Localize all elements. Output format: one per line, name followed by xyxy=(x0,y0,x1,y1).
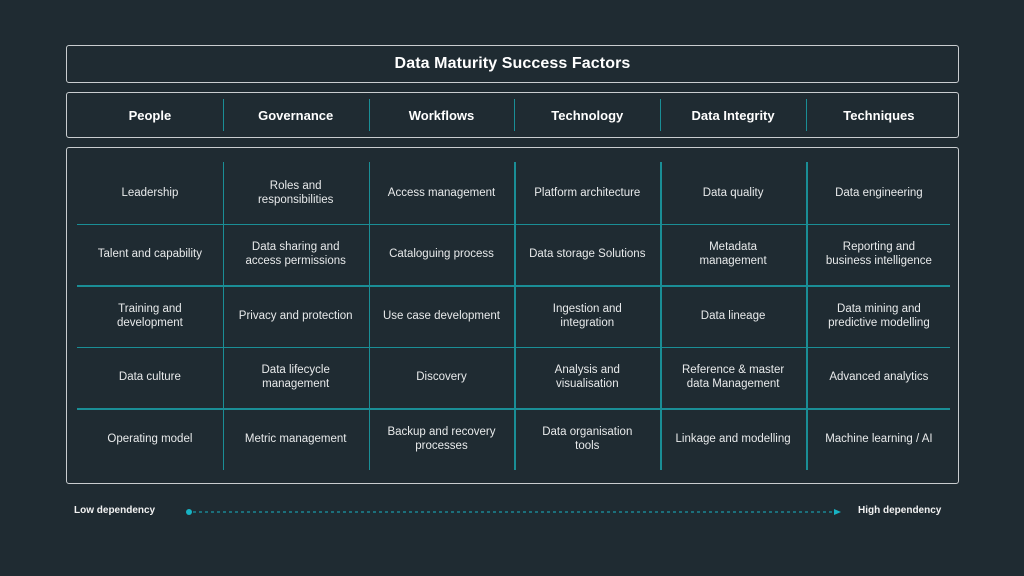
column-divider xyxy=(222,99,224,131)
factor-cell: Discovery xyxy=(416,371,467,384)
factors-grid: Leadership Roles and responsibilities Acce… xyxy=(66,147,959,484)
factor-cell: Ingestion and integration xyxy=(552,302,622,329)
factor-cell: Platform architecture xyxy=(534,186,641,199)
factor-cell: Machine learning / AI xyxy=(825,432,933,445)
factor-cell: Advanced analytics xyxy=(829,371,929,384)
factor-cell: Data lineage xyxy=(700,309,766,322)
column-header: Technology xyxy=(551,107,624,123)
factor-cell: Roles and responsibilities xyxy=(257,179,334,206)
factor-cell: Data lifecycle management xyxy=(261,364,330,391)
low-dependency-label: Low dependency xyxy=(74,505,156,516)
factor-cell: Reference & master data Management xyxy=(681,364,785,391)
column-divider xyxy=(806,99,807,131)
arrow-head xyxy=(834,509,841,515)
factor-cell: Metric management xyxy=(244,432,347,445)
column-divider xyxy=(514,99,516,131)
factor-cell: Leadership xyxy=(121,186,179,199)
column-header: Governance xyxy=(258,107,334,123)
column-header: Workflows xyxy=(408,107,475,123)
factor-cell: Use case development xyxy=(383,309,500,322)
column-divider xyxy=(368,99,370,131)
factor-cell: Cataloguing process xyxy=(389,248,494,261)
high-dependency-label: High dependency xyxy=(858,505,942,516)
factor-cell: Access management xyxy=(387,186,496,199)
dependency-arrow-icon xyxy=(186,509,841,515)
factor-cell: Data quality xyxy=(702,186,764,199)
factor-cell: Reporting and business intelligence xyxy=(825,241,932,268)
factor-cell: Operating model xyxy=(107,432,193,445)
factor-cell: Data organisation tools xyxy=(542,425,633,452)
factor-cell: Data engineering xyxy=(835,186,923,199)
factor-cell: Data storage Solutions xyxy=(529,248,646,261)
title-box: Data Maturity Success Factors xyxy=(66,45,959,83)
column-divider xyxy=(660,99,662,131)
factor-cell: Analysis and visualisation xyxy=(554,364,620,391)
arrow-start-dot xyxy=(186,509,192,515)
factor-cell: Data culture xyxy=(118,371,181,384)
factor-cell: Data mining and predictive modelling xyxy=(828,302,930,329)
column-header: People xyxy=(128,107,172,123)
factor-cell: Privacy and protection xyxy=(238,309,353,322)
column-header-bar: People Governance Workflows Technology Data … xyxy=(66,92,959,138)
factor-cell: Linkage and modelling xyxy=(675,432,791,445)
column-header: Techniques xyxy=(843,107,915,123)
factor-cell: Training and development xyxy=(116,302,183,329)
column-header: Data Integrity xyxy=(691,107,775,123)
factor-cell: Talent and capability xyxy=(97,248,202,261)
factor-cell: Metadata management xyxy=(699,241,767,268)
factor-cell: Backup and recovery processes xyxy=(387,425,496,452)
diagram-title: Data Maturity Success Factors xyxy=(394,55,631,72)
factor-cell: Data sharing and access permissions xyxy=(245,241,346,268)
